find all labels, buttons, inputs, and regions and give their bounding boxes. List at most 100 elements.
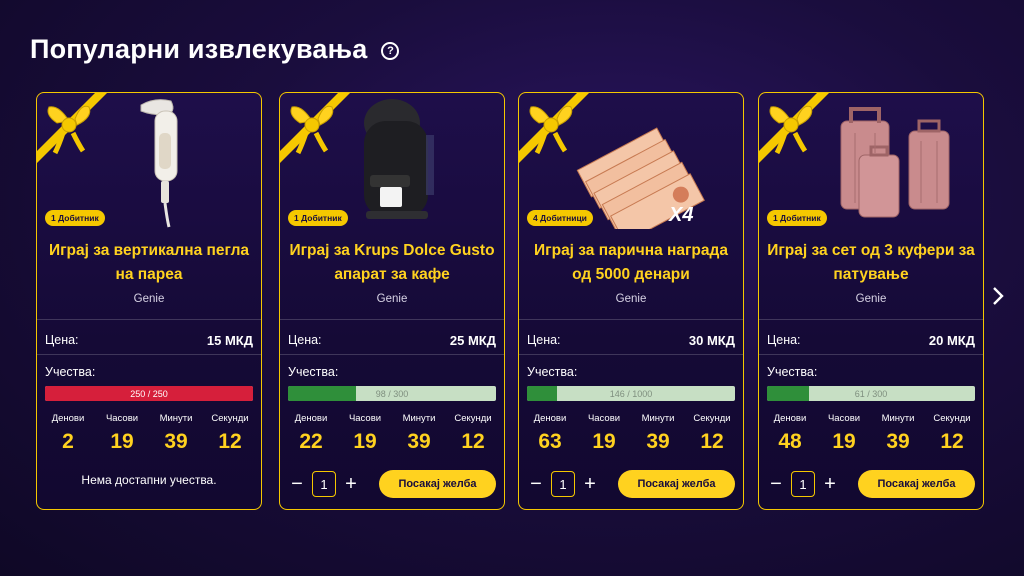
days-value: 22 [299, 430, 323, 453]
countdown: Денови 22 Часови 19 Минути 39 Секунди 12 [284, 413, 500, 454]
gift-ribbon-icon [519, 93, 589, 163]
seconds-value: 12 [940, 430, 964, 453]
page-header: Популарни извлекувања ? [30, 34, 400, 65]
winners-badge: 1 Добитник [45, 210, 105, 226]
multiplier-label: X4 [668, 204, 693, 226]
hours-label: Часови [587, 413, 621, 424]
progress-text: 98 / 300 [375, 388, 409, 399]
seconds-value: 12 [218, 430, 242, 453]
seconds-label: Секунди [454, 413, 492, 424]
price-label: Цена: [45, 333, 79, 347]
draw-card-suitcases[interactable]: 1 Добитник Играј за сет од 3 куфери за п… [758, 92, 984, 510]
card-title: Играј за сет од 3 куфери за патување [767, 242, 975, 283]
entry-actions: − 1 + Посакај желба [527, 470, 735, 498]
gift-ribbon-icon [280, 93, 350, 163]
make-wish-button[interactable]: Посакај желба [618, 470, 735, 498]
countdown: Денови 48 Часови 19 Минути 39 Секунди 12 [763, 413, 979, 454]
seconds-label: Секунди [693, 413, 731, 424]
suitcases-icon [840, 107, 950, 218]
divider [37, 319, 261, 320]
entries-label: Учества: [45, 365, 96, 379]
winners-badge: 1 Добитник [767, 210, 827, 226]
divider [519, 319, 743, 320]
chevron-right-icon [993, 287, 1004, 305]
page-title: Популарни извлекувања [30, 34, 368, 64]
minutes-value: 39 [646, 430, 670, 453]
price-value: 20 МКД [928, 333, 975, 348]
hours-value: 19 [353, 430, 377, 453]
card-title: Играј за парична награда од 5000 денари [534, 242, 728, 283]
prize-image: 1 Добитник [759, 93, 983, 229]
seconds-value: 12 [700, 430, 724, 453]
entries-label: Учества: [767, 365, 818, 379]
entries-progress-bar: 61 / 300 [767, 386, 975, 401]
make-wish-button[interactable]: Посакај желба [379, 470, 496, 498]
card-title: Играј за Krups Dolce Gusto апарат за каф… [289, 242, 495, 283]
seconds-label: Секунди [933, 413, 971, 424]
no-entries-message: Нема достапни учества. [81, 473, 217, 487]
draw-card-cash-prize[interactable]: X4 4 Добитници Играј за парична награда … [518, 92, 744, 510]
divider [37, 354, 261, 355]
entries-progress-bar: 98 / 300 [288, 386, 496, 401]
entries-label: Учества: [527, 365, 578, 379]
entry-actions: − 1 + Посакај желба [288, 470, 496, 498]
quantity-input[interactable]: 1 [791, 471, 815, 497]
question-circle-icon[interactable]: ? [381, 41, 400, 60]
progress-text: 250 / 250 [130, 388, 168, 399]
days-label: Денови [533, 413, 567, 424]
minutes-label: Минути [641, 413, 675, 424]
minutes-label: Минути [159, 413, 193, 424]
hours-value: 19 [592, 430, 616, 453]
quantity-input[interactable]: 1 [312, 471, 336, 497]
hours-label: Часови [348, 413, 382, 424]
price-value: 30 МКД [688, 333, 735, 348]
price-label: Цена: [767, 333, 801, 347]
seconds-value: 12 [461, 430, 485, 453]
price-label: Цена: [288, 333, 322, 347]
decrease-quantity-button[interactable]: − [767, 474, 785, 494]
minutes-label: Минути [402, 413, 436, 424]
increase-quantity-button[interactable]: + [581, 474, 599, 494]
steamer-icon [140, 99, 178, 228]
progress-text: 146 / 1000 [609, 388, 653, 399]
draw-card-steamer[interactable]: 1 Добитник Играј за вертикална пегла на … [36, 92, 262, 510]
provider-name: Genie [855, 293, 887, 305]
days-value: 2 [62, 430, 74, 453]
quantity-input[interactable]: 1 [551, 471, 575, 497]
coffee-machine-icon [364, 99, 434, 219]
entries-label: Учества: [288, 365, 339, 379]
hours-label: Часови [827, 413, 861, 424]
price-value: 15 МКД [206, 333, 253, 348]
days-label: Денови [51, 413, 85, 424]
prize-image: 1 Добитник [280, 93, 504, 229]
price-row: Цена: 20 МКД [767, 333, 975, 348]
price-row: Цена: 15 МКД [45, 333, 253, 348]
minutes-label: Минути [881, 413, 915, 424]
divider [280, 354, 504, 355]
prize-image: 1 Добитник [37, 93, 261, 229]
days-value: 63 [538, 430, 562, 453]
seconds-label: Секунди [211, 413, 249, 424]
increase-quantity-button[interactable]: + [821, 474, 839, 494]
provider-name: Genie [615, 293, 647, 305]
hours-label: Часови [105, 413, 139, 424]
prize-image: X4 4 Добитници [519, 93, 743, 244]
days-value: 48 [778, 430, 802, 453]
price-row: Цена: 30 МКД [527, 333, 735, 348]
decrease-quantity-button[interactable]: − [288, 474, 306, 494]
price-value: 25 МКД [449, 333, 496, 348]
decrease-quantity-button[interactable]: − [527, 474, 545, 494]
divider [759, 319, 983, 320]
days-label: Денови [294, 413, 328, 424]
price-row: Цена: 25 МКД [288, 333, 496, 348]
card-title: Играј за вертикална пегла на пареа [48, 242, 250, 283]
draw-card-coffee-machine[interactable]: 1 Добитник Играј за Krups Dolce Gusto ап… [279, 92, 505, 510]
increase-quantity-button[interactable]: + [342, 474, 360, 494]
progress-text: 61 / 300 [854, 388, 888, 399]
entries-progress-bar: 146 / 1000 [527, 386, 735, 401]
provider-name: Genie [133, 293, 165, 305]
minutes-value: 39 [164, 430, 188, 453]
provider-name: Genie [376, 293, 408, 305]
carousel-next-button[interactable] [988, 284, 1008, 308]
make-wish-button[interactable]: Посакај желба [858, 470, 975, 498]
